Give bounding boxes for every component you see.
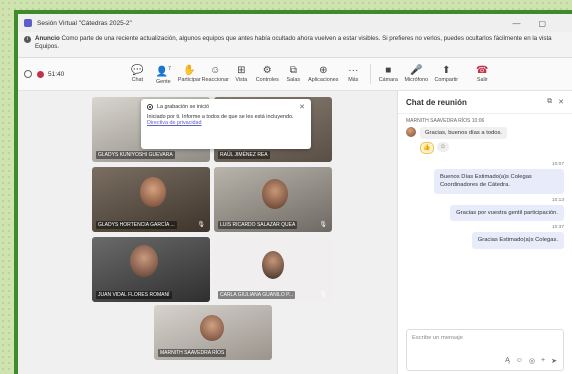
chat-button[interactable]: 💬 Chat	[124, 65, 150, 83]
controls-button[interactable]: ⚙ Controles	[254, 65, 280, 83]
microphone-icon: 🎤	[410, 65, 423, 76]
chat-title: Chat de reunión	[406, 97, 467, 107]
message-bubble: Gracias por vuestra gentil participación…	[450, 204, 564, 222]
rooms-icon: ⧉	[289, 65, 297, 76]
add-reaction-icon[interactable]: ☺	[437, 142, 449, 152]
message-time: 10:13	[551, 197, 564, 203]
message-input[interactable]: Escribe un mensaje	[412, 335, 558, 341]
message-time: 10:37	[551, 225, 564, 231]
announcement-banner: i Anuncio Como parte de una reciente act…	[18, 32, 572, 58]
video-stage: GLADYS KUNIYOSHI GUEVARA RAÚL JIMÉNEZ RE…	[18, 91, 397, 374]
chat-icon: 💬	[131, 65, 144, 76]
people-icon: 👤7	[155, 66, 171, 78]
recording-toast: La grabación se inició Iniciado por ti. …	[141, 99, 311, 149]
privacy-link[interactable]: Directiva de privacidad	[147, 120, 202, 126]
mic-icon: 🎙	[197, 222, 205, 228]
mic-icon: 🎙	[319, 222, 327, 228]
meeting-timer: 51:40	[48, 70, 65, 78]
plus-icon[interactable]: +	[541, 357, 545, 365]
raise-hand-button[interactable]: ✋ Participar	[176, 65, 202, 83]
like-reaction-icon[interactable]: 👍	[420, 142, 434, 154]
message-sender: MARNITH SAAVEDRA RÍOS 10:06	[406, 118, 485, 124]
message-bubble: Gracias Estimado(a)s Colegas.	[471, 232, 564, 249]
smile-icon: ☺	[210, 65, 221, 76]
participant-name: GLADYS KUNIYOSHI GUEVARA	[96, 151, 175, 159]
meeting-toolbar: 51:40 💬 Chat 👤7 Gente ✋ Participar ☺ Rea…	[18, 58, 572, 91]
participant-name: JUAN VIDAL FLORES ROMANÍ	[96, 291, 172, 299]
message-bubble: Buenos Días Estimado(a)s Colegas Coordin…	[434, 169, 564, 194]
mic-icon: 🎙	[319, 292, 327, 298]
participant-name: LUIS RICARDO SALAZAR QUEA	[218, 221, 298, 229]
hang-up-icon: ☎	[476, 65, 489, 76]
rooms-button[interactable]: ⧉ Salas	[280, 65, 306, 83]
participant-name: MARNITH SAAVEDRA RÍOS	[158, 349, 227, 357]
share-button[interactable]: ⬆ Compartir	[431, 65, 461, 83]
meeting-chat-panel: Chat de reunión ⧉ ✕ MARNITH SAAVEDRA RÍO…	[397, 91, 572, 374]
banner-text: Como parte de una reciente actualización…	[35, 35, 552, 51]
message-bubble: Gracias, buenos días a todos.	[420, 127, 508, 139]
chat-message: 10:13 Gracias por vuestra gentil partici…	[398, 197, 572, 222]
close-icon[interactable]: ✕	[558, 98, 564, 106]
sticker-icon[interactable]: ◎	[529, 357, 535, 365]
participant-tile[interactable]: GLADYS HORTENCIA GARCÍA ... 🎙	[92, 167, 210, 232]
popout-icon[interactable]: ⧉	[547, 98, 552, 106]
maximize-button[interactable]: ▢	[538, 19, 546, 28]
teams-window: Sesión Virtual "Cátedras 2025-2" — ▢ i A…	[14, 10, 572, 374]
camera-icon: ■	[385, 65, 392, 76]
controls-icon: ⚙	[262, 65, 272, 76]
camera-button[interactable]: ■ Cámara	[375, 65, 401, 83]
teams-app-icon	[24, 19, 32, 27]
share-icon: ⬆	[442, 65, 451, 76]
close-icon[interactable]: ✕	[299, 103, 305, 111]
grid-view-icon: ⊞	[237, 65, 246, 76]
leave-button[interactable]: ☎ Salir	[469, 65, 495, 83]
participants-count: 7	[168, 66, 171, 73]
apps-button[interactable]: ⊕ Aplicaciones	[306, 65, 340, 83]
participant-tile[interactable]: LUIS RICARDO SALAZAR QUEA 🎙	[214, 167, 332, 232]
participant-tile[interactable]: JUAN VIDAL FLORES ROMANÍ	[92, 237, 210, 302]
info-icon: i	[24, 36, 31, 43]
participant-tile[interactable]: MARNITH SAAVEDRA RÍOS	[154, 305, 272, 360]
send-icon[interactable]: ➤	[551, 357, 557, 365]
message-time: 10:07	[551, 162, 564, 167]
recording-indicator-icon[interactable]	[37, 70, 44, 78]
microphone-button[interactable]: 🎤 Micrófono	[401, 65, 431, 83]
avatar	[406, 127, 416, 137]
shield-icon[interactable]	[24, 70, 32, 78]
apps-icon: ⊕	[319, 65, 328, 76]
chat-message: MARNITH SAAVEDRA RÍOS 10:06 Gracias, bue…	[398, 114, 572, 158]
record-icon	[147, 104, 153, 110]
more-icon: ···	[348, 65, 359, 76]
chat-composer[interactable]: Escribe un mensaje Ą ☺ ◎ + ➤	[406, 329, 564, 371]
participant-name: CARLA GIULIANA GUANILO P...	[218, 291, 295, 299]
toast-title: La grabación se inició	[157, 104, 210, 110]
emoji-icon[interactable]: ☺	[516, 357, 523, 365]
minimize-button[interactable]: —	[512, 19, 520, 28]
participant-name: RAÚL JIMÉNEZ REA	[218, 151, 270, 159]
react-button[interactable]: ☺ Reaccionar	[202, 65, 229, 83]
more-button[interactable]: ··· Más	[340, 65, 366, 83]
participant-name: GLADYS HORTENCIA GARCÍA ...	[96, 221, 177, 229]
toolbar-divider	[370, 64, 372, 84]
banner-label: Anuncio	[35, 35, 60, 42]
window-title: Sesión Virtual "Cátedras 2025-2"	[37, 19, 132, 27]
raise-hand-icon: ✋	[183, 65, 196, 76]
view-button[interactable]: ⊞ Vista	[228, 65, 254, 83]
chat-message: 10:37 Gracias Estimado(a)s Colegas.	[398, 225, 572, 249]
participant-tile[interactable]: CARLA GIULIANA GUANILO P... 🎙	[214, 237, 332, 302]
chat-message: 10:07 Buenos Días Estimado(a)s Colegas C…	[398, 162, 572, 194]
people-button[interactable]: 👤7 Gente	[150, 63, 176, 84]
format-icon[interactable]: Ą	[505, 357, 510, 365]
title-bar: Sesión Virtual "Cátedras 2025-2" — ▢	[18, 14, 572, 32]
